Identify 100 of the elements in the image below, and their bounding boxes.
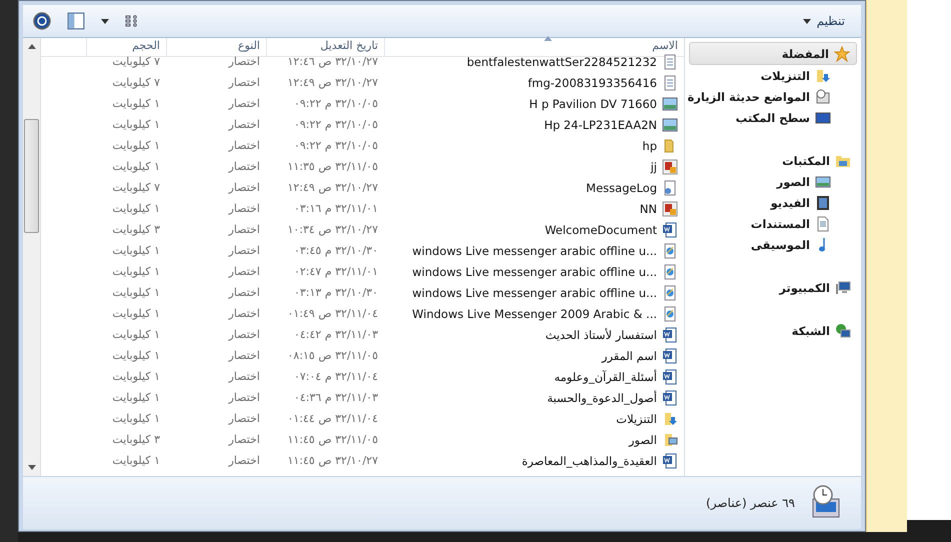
- file-size: ٧ كيلوبايت: [112, 76, 160, 89]
- word-document-icon: [662, 368, 678, 384]
- file-name[interactable]: windows Live messenger arabic offline u...: [412, 264, 657, 278]
- file-type: اختصار: [228, 370, 260, 383]
- file-name[interactable]: اسم المقرر: [602, 348, 657, 362]
- file-size: ١ كيلوبايت: [112, 139, 160, 152]
- sidebar-item[interactable]: التنزيلات: [689, 65, 857, 86]
- computer-icon: [835, 280, 851, 296]
- file-name[interactable]: التنزيلات: [616, 412, 657, 426]
- file-name[interactable]: fmg-20083193356416: [528, 76, 657, 90]
- file-type: اختصار: [228, 412, 260, 425]
- word-document-icon: [662, 348, 678, 364]
- web-page-icon: [662, 306, 678, 322]
- modified-date: ١٠:٣٤ ص ٣٢/١٠/٢٧: [288, 223, 378, 236]
- word-document-icon: [662, 390, 678, 406]
- file-size: ٣ كيلوبايت: [112, 433, 160, 446]
- file-name[interactable]: استفسار لأستاذ الحديث: [545, 328, 657, 342]
- sidebar-item[interactable]: الفيديو: [689, 192, 857, 213]
- file-name[interactable]: MessageLog: [586, 180, 657, 194]
- modified-date: ٠١:٤٩ ص ٣٢/١١/٠٤: [288, 307, 378, 320]
- settings-file-icon: [662, 180, 678, 196]
- sidebar-item[interactable]: الموسيقى: [689, 234, 857, 255]
- modified-date: ١١:٣٥ ص ٣٢/١١/٠٥: [288, 160, 378, 173]
- file-name[interactable]: أصول_الدعوة_والحسبة: [547, 390, 657, 404]
- file-type: اختصار: [228, 307, 260, 320]
- file-name[interactable]: jj: [650, 160, 657, 174]
- file-size: ١ كيلوبايت: [112, 391, 160, 404]
- web-page-icon: [662, 264, 678, 280]
- modified-date: ٠٣:٤٥ م ٣٢/١٠/٣٠: [294, 244, 378, 257]
- caret-icon[interactable]: [101, 18, 109, 24]
- scroll-down-icon[interactable]: [28, 465, 36, 470]
- download-folder-icon: [815, 68, 831, 84]
- file-size: ١ كيلوبايت: [112, 265, 160, 278]
- sidebar-item[interactable]: المواضع حديثة الزيارة: [689, 86, 857, 107]
- document-icon: [662, 74, 678, 90]
- scroll-up-icon[interactable]: [28, 44, 36, 49]
- column-header[interactable]: الحجم: [86, 38, 166, 56]
- modified-date: ١١:٤٥ ص ٣٢/١١/٠٥: [288, 433, 378, 446]
- modified-date: ٠٤:٣٦ م ٣٢/١١/٠٣: [294, 391, 378, 404]
- file-name[interactable]: NN: [640, 202, 657, 216]
- picture-icon: [662, 116, 678, 132]
- sidebar-item[interactable]: المكتبات: [689, 150, 857, 171]
- word-document-icon: [662, 452, 678, 468]
- help-icon[interactable]: [33, 12, 51, 30]
- modified-date: ٠٩:٢٢ م ٣٢/١٠/٠٥: [294, 118, 378, 131]
- web-page-icon: [662, 242, 678, 258]
- file-name[interactable]: windows Live messenger arabic offline u...: [412, 244, 657, 258]
- column-header[interactable]: تاريخ التعديل: [266, 38, 384, 56]
- file-type: اختصار: [228, 76, 260, 89]
- sidebar-item[interactable]: المفضلة: [689, 42, 857, 65]
- organize-button[interactable]: تنظيم: [796, 11, 851, 31]
- picture-icon: [662, 96, 678, 112]
- caret-icon: [802, 18, 811, 24]
- file-name[interactable]: أسئلة_القرآن_وعلومه: [554, 370, 657, 384]
- modified-date: ٠٢:٤٧ م ٣٢/١١/٠١: [294, 265, 378, 278]
- file-name[interactable]: Windows Live Messenger 2009 Arabic & ...: [412, 306, 657, 320]
- file-type: اختصار: [228, 118, 260, 131]
- modified-date: ١١:٤٥ ص ٣٢/١٠/٢٧: [288, 454, 378, 467]
- file-type: اختصار: [228, 349, 260, 362]
- modified-date: ١٢:٤٩ ص ٣٢/١٠/٢٧: [288, 76, 378, 89]
- view-options-icon[interactable]: [125, 15, 139, 27]
- word-document-icon: [662, 326, 678, 342]
- file-name[interactable]: bentfalestenwattSer2284521232: [466, 54, 657, 68]
- scrollbar-thumb[interactable]: [24, 119, 39, 233]
- sidebar-item[interactable]: المستندات: [689, 213, 857, 234]
- picture-icon: [815, 174, 831, 190]
- file-size: ٧ كيلوبايت: [112, 55, 160, 68]
- file-type: اختصار: [228, 286, 260, 299]
- modified-date: ١٢:٤٩ ص ٣٢/١٠/٢٧: [288, 181, 378, 194]
- file-name[interactable]: WelcomeDocument: [544, 222, 657, 236]
- word-document-icon: [662, 222, 678, 238]
- file-name[interactable]: hp: [642, 138, 657, 152]
- sidebar-item[interactable]: سطح المكتب: [689, 107, 857, 128]
- scrollbar[interactable]: [23, 38, 41, 476]
- file-name[interactable]: H p Pavilion DV 71660: [529, 96, 657, 110]
- sidebar-item[interactable]: الكمبيوتر: [689, 277, 857, 298]
- file-type: اختصار: [228, 202, 260, 215]
- file-type: اختصار: [228, 97, 260, 110]
- file-size: ١ كيلوبايت: [112, 160, 160, 173]
- file-name[interactable]: windows Live messenger arabic offline u...: [412, 286, 657, 300]
- picture-folder-icon: [662, 432, 678, 448]
- file-type: اختصار: [228, 391, 260, 404]
- file-size: ١ كيلوبايت: [112, 202, 160, 215]
- file-name[interactable]: Hp 24-LP231EAA2N: [544, 118, 657, 132]
- file-name[interactable]: الصور: [628, 432, 657, 446]
- file-size: ١ كيلوبايت: [112, 286, 160, 299]
- sidebar-item[interactable]: الشبكة: [689, 320, 857, 341]
- preview-pane-icon[interactable]: [67, 12, 85, 30]
- globe-computer-icon: [835, 322, 851, 338]
- file-size: ٧ كيلوبايت: [112, 181, 160, 194]
- file-name[interactable]: العقيدة_والمذاهب_المعاصرة: [522, 454, 657, 468]
- web-page-icon: [662, 284, 678, 300]
- star-icon: [834, 46, 850, 62]
- file-type: اختصار: [228, 55, 260, 68]
- monitor-icon: [815, 110, 831, 126]
- app-icon: [662, 200, 678, 216]
- file-type: اختصار: [228, 139, 260, 152]
- sidebar-item[interactable]: الصور: [689, 171, 857, 192]
- column-header[interactable]: النوع: [166, 38, 266, 56]
- file-type: اختصار: [228, 223, 260, 236]
